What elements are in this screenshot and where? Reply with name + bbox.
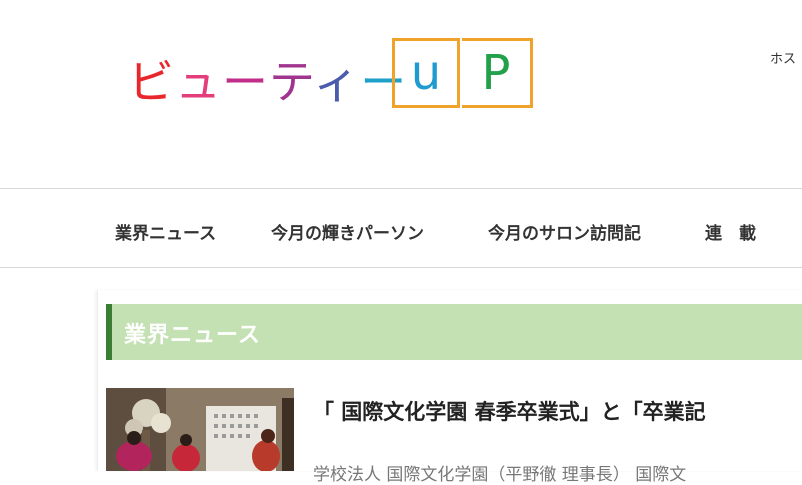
nav-item-industry-news[interactable]: 業界ニュース <box>115 219 216 244</box>
logo-wordmark: ビューティー <box>128 55 408 109</box>
logo-box-p: P <box>462 38 533 108</box>
nav-item-series[interactable]: 連 載 <box>705 219 756 244</box>
site-logo[interactable]: ビューティー u P <box>128 38 548 112</box>
article-excerpt: 学校法人 国際文化学園（平野徹 理事長） 国際文 <box>313 465 687 485</box>
logo-box-u: u <box>392 38 460 108</box>
nav-item-shining-person[interactable]: 今月の輝きパーソン <box>271 219 424 244</box>
header-top-link[interactable]: ホス <box>770 48 796 67</box>
section-header: 業界ニュース <box>106 304 802 360</box>
section-title: 業界ニュース <box>124 323 261 348</box>
nav-item-salon-visit[interactable]: 今月のサロン訪問記 <box>488 219 641 244</box>
main-nav: 業界ニュース 今月の輝きパーソン 今月のサロン訪問記 連 載 <box>0 188 802 268</box>
graduation-photo-image <box>106 388 294 471</box>
article-thumbnail[interactable] <box>106 388 294 471</box>
article-headline-link[interactable]: 「 国際文化学園 春季卒業式」と「卒業記 <box>313 396 706 426</box>
main-content: 業界ニュース 「 国際文化学園 春季卒業式」と「卒業記 学校法人 国際文化学園（… <box>97 290 802 485</box>
